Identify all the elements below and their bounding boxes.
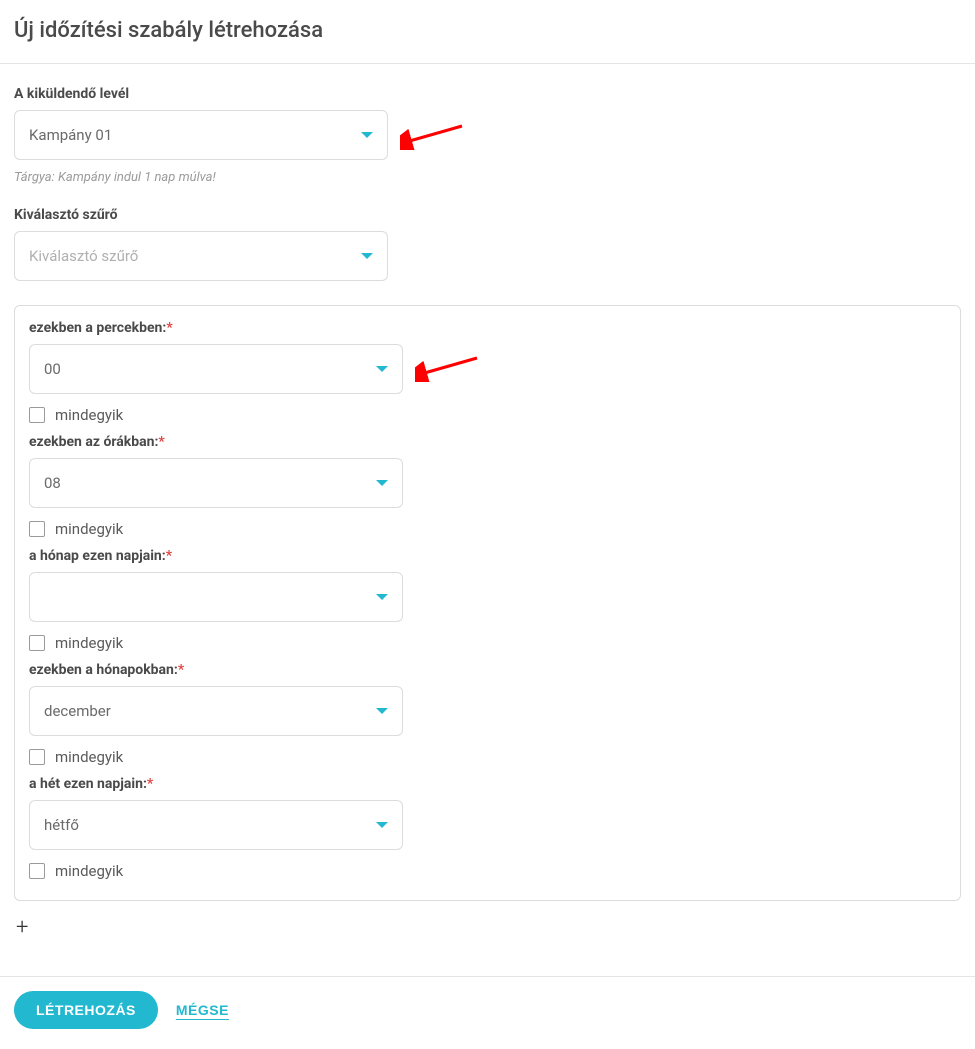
dow-all-checkbox[interactable] <box>29 863 45 879</box>
annotation-arrow-icon <box>400 120 470 150</box>
months-label: ezekben a hónapokban: <box>29 662 946 678</box>
caret-down-icon <box>376 822 388 828</box>
minutes-all-label: mindegyik <box>55 406 123 424</box>
caret-down-icon <box>361 132 373 138</box>
dow-select[interactable]: hétfő <box>29 800 403 850</box>
dom-all-checkbox[interactable] <box>29 635 45 651</box>
email-select-value: Kampány 01 <box>29 126 112 144</box>
create-button[interactable]: LÉTREHOZÁS <box>14 991 158 1029</box>
months-select[interactable]: december <box>29 686 403 736</box>
minutes-label: ezekben a percekben: <box>29 320 946 336</box>
dom-all-label: mindegyik <box>55 634 123 652</box>
email-label: A kiküldendő levél <box>14 86 961 102</box>
hours-all-label: mindegyik <box>55 520 123 538</box>
minutes-select[interactable]: 00 <box>29 344 403 394</box>
minutes-select-value: 00 <box>44 360 61 378</box>
dom-label: a hónap ezen napjain: <box>29 548 946 564</box>
dom-select[interactable] <box>29 572 403 622</box>
form-main: A kiküldendő levél Kampány 01 Tárgya: Ka… <box>0 64 975 950</box>
minutes-all-checkbox[interactable] <box>29 407 45 423</box>
cancel-button[interactable]: MÉGSE <box>176 1002 229 1018</box>
footer-actions: LÉTREHOZÁS MÉGSE <box>0 976 975 1049</box>
hours-all-row: mindegyik <box>29 520 946 538</box>
add-rule-button[interactable]: + <box>16 915 28 940</box>
filter-label: Kiválasztó szűrő <box>14 207 961 223</box>
dow-all-row: mindegyik <box>29 862 946 880</box>
hours-label: ezekben az órákban: <box>29 434 946 450</box>
months-all-checkbox[interactable] <box>29 749 45 765</box>
months-all-row: mindegyik <box>29 748 946 766</box>
caret-down-icon <box>376 480 388 486</box>
dow-all-label: mindegyik <box>55 862 123 880</box>
hours-all-checkbox[interactable] <box>29 521 45 537</box>
dow-select-value: hétfő <box>44 816 79 834</box>
dow-label: a hét ezen napjain: <box>29 776 946 792</box>
filter-select-placeholder: Kiválasztó szűrő <box>29 247 138 265</box>
caret-down-icon <box>376 594 388 600</box>
page-title: Új időzítési szabály létrehozása <box>14 18 961 43</box>
caret-down-icon <box>376 366 388 372</box>
filter-select[interactable]: Kiválasztó szűrő <box>14 231 388 281</box>
hours-select[interactable]: 08 <box>29 458 403 508</box>
hours-select-value: 08 <box>44 474 61 492</box>
schedule-box: ezekben a percekben: 00 mindegyik ezekbe… <box>14 305 961 901</box>
caret-down-icon <box>376 708 388 714</box>
email-select[interactable]: Kampány 01 <box>14 110 388 160</box>
months-select-value: december <box>44 702 111 720</box>
email-helper-text: Tárgya: Kampány indul 1 nap múlva! <box>14 170 961 185</box>
caret-down-icon <box>361 253 373 259</box>
annotation-arrow-icon <box>415 352 485 382</box>
months-all-label: mindegyik <box>55 748 123 766</box>
dom-all-row: mindegyik <box>29 634 946 652</box>
page-header: Új időzítési szabály létrehozása <box>0 0 975 64</box>
minutes-all-row: mindegyik <box>29 406 946 424</box>
